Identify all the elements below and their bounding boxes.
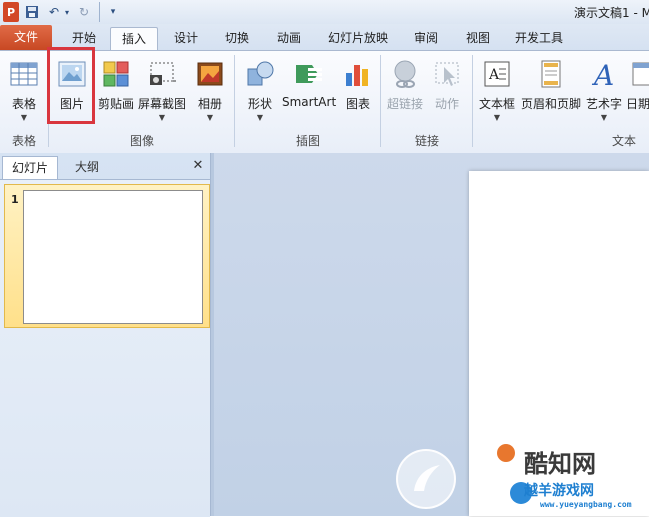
ribbon-insert: 表格 ▼ 表格 图片 剪贴画 屏幕截图 ▼ 相册 ▼ 图像 形状 ▼ Smart… xyxy=(0,50,649,154)
watermark-logo-icon xyxy=(396,449,456,509)
table-icon xyxy=(10,62,38,86)
tab-review[interactable]: 审阅 xyxy=(404,27,448,49)
redo-icon[interactable]: ↻ xyxy=(75,2,93,22)
slide-thumbnail-row[interactable]: 1 xyxy=(4,184,210,328)
group-separator xyxy=(380,55,381,147)
svg-text:A: A xyxy=(591,59,614,89)
album-dropdown-icon: ▼ xyxy=(206,113,214,122)
title-bar: P ↶ ▾ ↻ ▾ 演示文稿1 - M xyxy=(0,0,649,24)
tab-slideshow[interactable]: 幻灯片放映 xyxy=(322,27,394,49)
tab-animations[interactable]: 动画 xyxy=(266,27,312,49)
smartart-button[interactable]: SmartArt xyxy=(282,53,336,131)
group-label-links: 链接 xyxy=(414,134,439,148)
tab-design[interactable]: 设计 xyxy=(164,27,208,49)
tab-view[interactable]: 视图 xyxy=(456,27,500,49)
wordart-button[interactable]: A 艺术字 ▼ xyxy=(584,53,624,131)
undo-dropdown-icon[interactable]: ▾ xyxy=(63,2,71,22)
group-label-illustrations: 插图 xyxy=(295,134,320,148)
group-label-image: 图像 xyxy=(129,134,154,148)
watermark-url: www.yueyangbang.com xyxy=(540,500,632,509)
svg-text:A: A xyxy=(488,67,500,83)
window-title: 演示文稿1 - M xyxy=(574,6,649,20)
textbox-icon: A xyxy=(484,61,510,87)
clipart-button[interactable]: 剪贴画 xyxy=(96,53,136,131)
textbox-button[interactable]: A 文本框 ▼ xyxy=(476,53,518,131)
slide-thumbnail[interactable] xyxy=(23,190,203,324)
shapes-icon xyxy=(247,61,274,86)
screenshot-icon xyxy=(150,62,176,85)
customize-toolbar-icon[interactable]: ▾ xyxy=(104,2,122,22)
tab-outline[interactable]: 大纲 xyxy=(58,156,116,178)
smartart-icon xyxy=(296,65,322,83)
chart-button[interactable]: 图表 xyxy=(338,53,378,131)
panel-splitter[interactable] xyxy=(211,153,214,516)
watermark-dot-icon xyxy=(497,444,515,462)
screenshot-dropdown-icon: ▼ xyxy=(158,113,166,122)
screenshot-button[interactable]: 屏幕截图 ▼ xyxy=(138,53,186,131)
group-separator xyxy=(472,55,473,147)
wordart-icon: A xyxy=(591,59,614,89)
group-separator xyxy=(234,55,235,147)
shapes-button[interactable]: 形状 ▼ xyxy=(240,53,280,131)
photo-album-button[interactable]: 相册 ▼ xyxy=(190,53,230,131)
header-footer-button[interactable]: 页眉和页脚 xyxy=(520,53,582,131)
powerpoint-app-icon[interactable]: P xyxy=(3,2,19,22)
action-icon xyxy=(435,62,459,86)
group-label-table: 表格 xyxy=(11,134,36,148)
datetime-icon xyxy=(632,62,649,86)
wordart-dropdown-icon: ▼ xyxy=(600,113,608,122)
clipart-icon xyxy=(103,61,129,87)
hyperlink-button[interactable]: 超链接 xyxy=(384,53,426,131)
picture-highlight-annotation xyxy=(47,47,95,124)
ribbon-tabs: 文件 开始 插入 设计 切换 动画 幻灯片放映 审阅 视图 开发工具 xyxy=(0,24,649,50)
close-icon[interactable]: ✕ xyxy=(190,158,206,174)
tab-file[interactable]: 文件 xyxy=(0,25,52,50)
header-footer-icon xyxy=(541,60,561,88)
action-button[interactable]: 动作 xyxy=(428,53,466,131)
tab-transitions[interactable]: 切换 xyxy=(214,27,260,49)
slides-panel: 幻灯片 大纲 ✕ 1 xyxy=(0,153,211,517)
undo-icon[interactable]: ↶ xyxy=(45,2,63,22)
slide-number: 1 xyxy=(11,193,19,206)
watermark-brand: 酷知网 xyxy=(524,450,596,478)
hyperlink-icon xyxy=(394,60,416,88)
quick-access-toolbar: P ↶ ▾ ↻ ▾ xyxy=(0,0,122,24)
tab-insert[interactable]: 插入 xyxy=(110,27,158,50)
chart-icon xyxy=(346,65,368,86)
table-button[interactable]: 表格 ▼ xyxy=(4,53,44,131)
datetime-button[interactable]: 日期 xyxy=(626,53,649,131)
group-label-text: 文本 xyxy=(611,134,636,148)
textbox-dropdown-icon: ▼ xyxy=(493,113,501,122)
shapes-dropdown-icon: ▼ xyxy=(256,113,264,122)
tab-home[interactable]: 开始 xyxy=(58,27,110,49)
photo-album-icon xyxy=(197,62,223,86)
toolbar-separator xyxy=(99,2,100,22)
tab-developer[interactable]: 开发工具 xyxy=(508,27,570,49)
table-dropdown-icon: ▼ xyxy=(20,113,28,122)
save-icon[interactable] xyxy=(23,2,41,22)
tab-slides[interactable]: 幻灯片 xyxy=(2,156,58,179)
watermark-subtitle: 越羊游戏网 xyxy=(524,483,594,499)
slides-list: 1 xyxy=(0,179,210,517)
